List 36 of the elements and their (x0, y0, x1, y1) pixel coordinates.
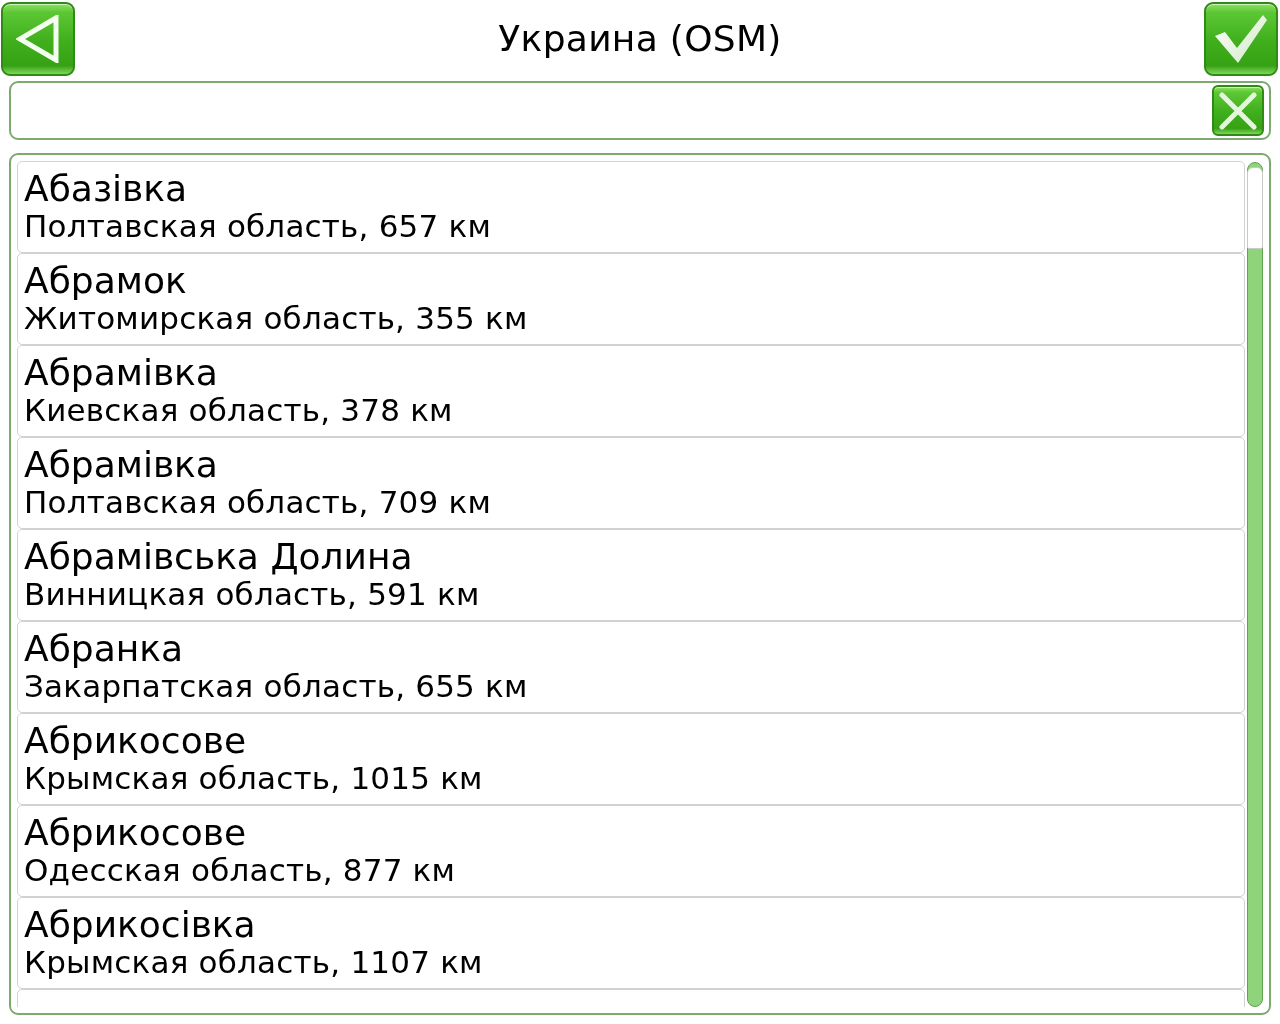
place-name: Абрамівка (24, 353, 218, 392)
clear-button[interactable] (1212, 85, 1264, 136)
place-name: Абазівка (24, 169, 188, 208)
place-region-distance: Закарпатская область, 655 км (24, 668, 528, 704)
back-triangle-icon (16, 14, 60, 63)
list-item[interactable]: Абазівка Полтавская область, 657 км (17, 161, 1245, 253)
scrollbar-thumb[interactable] (1247, 167, 1263, 249)
window-title: Украина (OSM) (498, 17, 782, 60)
list-item[interactable]: Абрикосове Одесская область, 877 км (17, 805, 1245, 897)
list-item[interactable]: Абрикосівка Крымская область, 1107 км (17, 897, 1245, 989)
list-item[interactable]: Абрамок Житомирская область, 355 км (17, 253, 1245, 345)
confirm-button[interactable] (1204, 1, 1278, 76)
list-item[interactable]: Абрамівська Долина Винницкая область, 591 км (17, 529, 1245, 621)
list-item[interactable]: Абрамівка Киевская область, 378 км (17, 345, 1245, 437)
back-button[interactable] (1, 1, 75, 76)
place-name: Абрикосове (24, 721, 247, 760)
place-region-distance: Житомирская область, 355 км (24, 300, 528, 336)
search-field[interactable] (9, 81, 1271, 140)
check-icon (1213, 13, 1269, 64)
place-name: Абранка (24, 629, 184, 668)
place-name: Абрамівська Долина (24, 537, 413, 576)
list-item[interactable]: Абрамівка Полтавская область, 709 км (17, 437, 1245, 529)
place-region-distance: Полтавская область, 709 км (24, 484, 491, 520)
place-region-distance: Киевская область, 378 км (24, 392, 453, 428)
place-region-distance: Одесская область, 877 км (24, 852, 456, 888)
place-name: Абрикосівка (24, 905, 256, 944)
list-item[interactable]: Абранка Закарпатская область, 655 км (17, 621, 1245, 713)
place-name: Абрикосове (24, 813, 247, 852)
place-region-distance: Полтавская область, 657 км (24, 208, 491, 244)
place-name: Абрамівка (24, 445, 218, 484)
place-region-distance: Крымская область, 1107 км (24, 944, 483, 980)
place-region-distance: Крымская область, 1015 км (24, 760, 483, 796)
close-icon (1218, 91, 1258, 130)
place-name: Абрамок (24, 261, 187, 300)
place-region-distance: Винницкая область, 591 км (24, 576, 480, 612)
list-item[interactable]: Абрикосове Крымская область, 1015 км (17, 713, 1245, 805)
